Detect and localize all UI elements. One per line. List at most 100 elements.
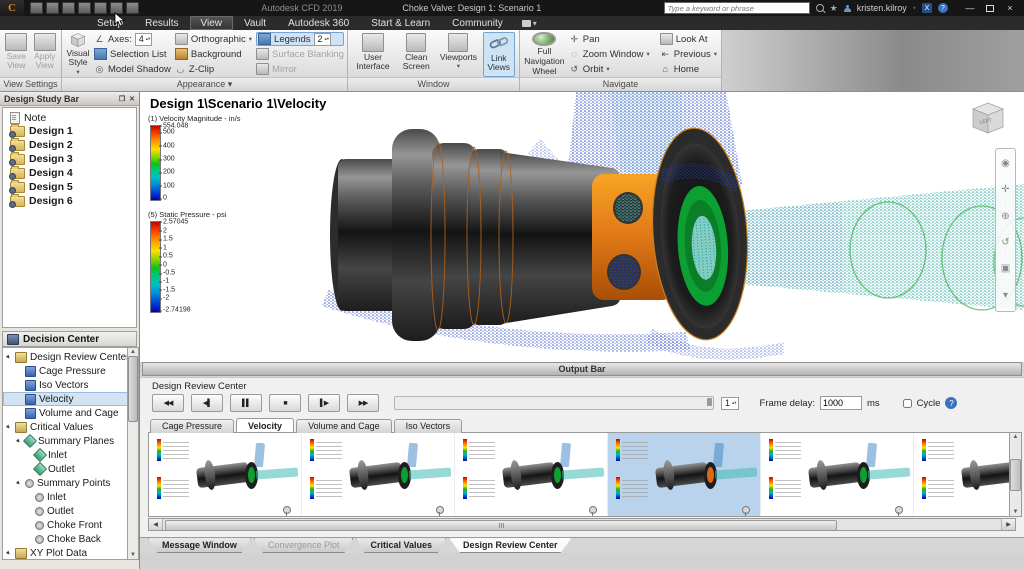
- scrollbar-thumb[interactable]: [165, 520, 838, 531]
- pushpin-icon[interactable]: [589, 506, 597, 516]
- z-clip-button[interactable]: ◡ Z-Clip: [175, 62, 252, 76]
- frame-delay-input[interactable]: [819, 396, 862, 410]
- new-file-icon[interactable]: [30, 2, 43, 14]
- decision-tree-scrollbar[interactable]: ▲ ▼: [127, 347, 139, 560]
- expand-icon[interactable]: ▸: [3, 352, 14, 363]
- tree-item-summary-planes[interactable]: ▸ Summary Planes: [3, 433, 136, 449]
- search-input[interactable]: [663, 2, 810, 14]
- tree-item-choke-back[interactable]: Choke Back: [3, 532, 136, 546]
- mirror-button[interactable]: Mirror: [256, 62, 344, 76]
- frame-spinner[interactable]: 1 ▴▾: [721, 396, 739, 410]
- menu-results[interactable]: Results: [134, 16, 189, 30]
- nav-pan-icon[interactable]: ✛: [1001, 185, 1009, 195]
- favorites-star-icon[interactable]: ★: [830, 3, 838, 13]
- scroll-down-icon[interactable]: ▼: [1013, 509, 1019, 515]
- nav-wheel-icon[interactable]: ◉: [1001, 159, 1010, 169]
- step-forward-button[interactable]: ▌▶: [308, 394, 340, 412]
- tree-item-design-1[interactable]: Design 1: [3, 123, 136, 138]
- tab-velocity[interactable]: Velocity: [236, 418, 295, 432]
- tree-item-design-review-center[interactable]: ▸ Design Review Center: [3, 350, 136, 364]
- slider-thumb[interactable]: [707, 398, 712, 406]
- nav-orbit-icon[interactable]: ↺: [1001, 238, 1009, 248]
- model-shadow-button[interactable]: ◎ Model Shadow: [94, 62, 171, 76]
- undo-icon[interactable]: [78, 2, 91, 14]
- tab-message-window[interactable]: Message Window: [148, 538, 251, 553]
- panel-float-icon[interactable]: ❐: [119, 95, 125, 103]
- pushpin-icon[interactable]: [895, 506, 903, 516]
- home-button[interactable]: ⌂ Home: [660, 62, 717, 76]
- user-name[interactable]: kristen.kilroy: [857, 3, 907, 13]
- design-thumbnail-6[interactable]: [914, 433, 1015, 516]
- open-file-icon[interactable]: [46, 2, 59, 14]
- minimize-button[interactable]: —: [960, 1, 980, 15]
- thumbnail-vertical-scrollbar[interactable]: ▲ ▼: [1009, 432, 1022, 517]
- tab-critical-values[interactable]: Critical Values: [356, 538, 447, 553]
- apply-view-button[interactable]: Apply View: [33, 32, 58, 77]
- scroll-right-icon[interactable]: ▶: [1001, 519, 1015, 530]
- graphics-viewport[interactable]: Design 1\Scenario 1\Velocity (1) Velocit…: [140, 92, 1024, 362]
- design-thumbnail-4-selected[interactable]: [608, 433, 761, 516]
- orthographic-dropdown-icon[interactable]: ▾: [249, 35, 252, 43]
- design-thumbnail-5[interactable]: [761, 433, 914, 516]
- tree-item-xy-plot-data[interactable]: ▸ XY Plot Data: [3, 546, 136, 559]
- scroll-left-icon[interactable]: ◀: [149, 519, 163, 530]
- orbit-button[interactable]: ↺ Orbit ▾: [569, 62, 650, 76]
- background-button[interactable]: Background: [174, 47, 252, 61]
- expand-icon[interactable]: ▸: [3, 422, 14, 433]
- expand-icon[interactable]: ▸: [3, 548, 14, 559]
- scroll-up-icon[interactable]: ▲: [1013, 434, 1019, 440]
- surface-blanking-button[interactable]: Surface Blanking: [256, 47, 344, 61]
- tree-item-design-2[interactable]: Design 2: [3, 137, 136, 152]
- zoom-window-button[interactable]: ◌ Zoom Window ▾: [569, 47, 650, 61]
- scrollbar-thumb[interactable]: [1010, 458, 1021, 491]
- menu-vault[interactable]: Vault: [233, 16, 277, 30]
- menu-community[interactable]: Community: [441, 16, 514, 30]
- scroll-up-icon[interactable]: ▲: [130, 349, 136, 355]
- scrollbar-thumb[interactable]: [128, 356, 138, 422]
- tree-item-design-4[interactable]: Design 4: [3, 165, 136, 180]
- tree-item-cage-pressure[interactable]: Cage Pressure: [3, 364, 136, 378]
- scroll-down-icon[interactable]: ▼: [130, 552, 136, 558]
- close-button[interactable]: ×: [1000, 1, 1020, 15]
- view-cube[interactable]: LEFT: [968, 100, 1008, 138]
- stop-button[interactable]: ■: [269, 394, 301, 412]
- tree-item-choke-front[interactable]: Choke Front: [3, 518, 136, 532]
- nav-zoom-icon[interactable]: ⊕: [1001, 211, 1009, 222]
- expand-icon[interactable]: ▸: [13, 478, 24, 489]
- menu-start-learn[interactable]: Start & Learn: [360, 16, 441, 30]
- visual-style-button[interactable]: Visual Style ▾: [66, 32, 90, 77]
- panel-close-icon[interactable]: ✕: [129, 95, 135, 103]
- menu-autodesk360[interactable]: Autodesk 360: [277, 16, 360, 30]
- exchange-apps-icon[interactable]: X: [922, 3, 932, 13]
- axes-spinner[interactable]: 4 ▴▾: [134, 32, 153, 46]
- redo-icon[interactable]: [94, 2, 107, 14]
- tree-item-volume-and-cage[interactable]: Volume and Cage: [3, 406, 136, 420]
- tree-item-iso-vectors[interactable]: Iso Vectors: [3, 378, 136, 392]
- pan-button[interactable]: ✛ Pan: [569, 32, 650, 46]
- skip-to-start-button[interactable]: ◀◀: [152, 394, 184, 412]
- zoom-dropdown-icon[interactable]: ▾: [647, 50, 650, 58]
- menu-extra-icon[interactable]: ▾: [514, 16, 545, 30]
- menu-view[interactable]: View: [189, 16, 233, 30]
- skip-to-end-button[interactable]: ▶▶: [347, 394, 379, 412]
- nav-more-icon[interactable]: ▾: [1003, 290, 1008, 301]
- design-thumbnail-3[interactable]: [455, 433, 608, 516]
- legends-control[interactable]: Legends 2 ▴▾: [256, 32, 344, 46]
- playback-help-icon[interactable]: ?: [945, 397, 958, 409]
- previous-dropdown-icon[interactable]: ▾: [714, 50, 717, 58]
- selection-list-button[interactable]: Selection List: [94, 47, 171, 61]
- user-dropdown-icon[interactable]: ▾: [913, 4, 916, 12]
- axes-control[interactable]: ∠ Axes: 4 ▴▾: [94, 32, 171, 46]
- output-bar-header[interactable]: Output Bar: [142, 362, 1022, 376]
- look-at-button[interactable]: Look At: [659, 32, 717, 46]
- legends-spinner[interactable]: 2 ▴▾: [313, 32, 332, 46]
- user-account-icon[interactable]: [843, 4, 851, 12]
- decision-center-header[interactable]: Decision Center: [2, 331, 137, 347]
- tab-volume-and-cage[interactable]: Volume and Cage: [296, 419, 392, 433]
- step-back-button[interactable]: ◀▌: [191, 394, 223, 412]
- save-file-icon[interactable]: [62, 2, 75, 14]
- pushpin-icon[interactable]: [283, 506, 291, 516]
- cycle-checkbox[interactable]: [902, 398, 912, 408]
- tab-iso-vectors[interactable]: Iso Vectors: [393, 419, 463, 433]
- design-thumbnail-1[interactable]: [149, 433, 302, 516]
